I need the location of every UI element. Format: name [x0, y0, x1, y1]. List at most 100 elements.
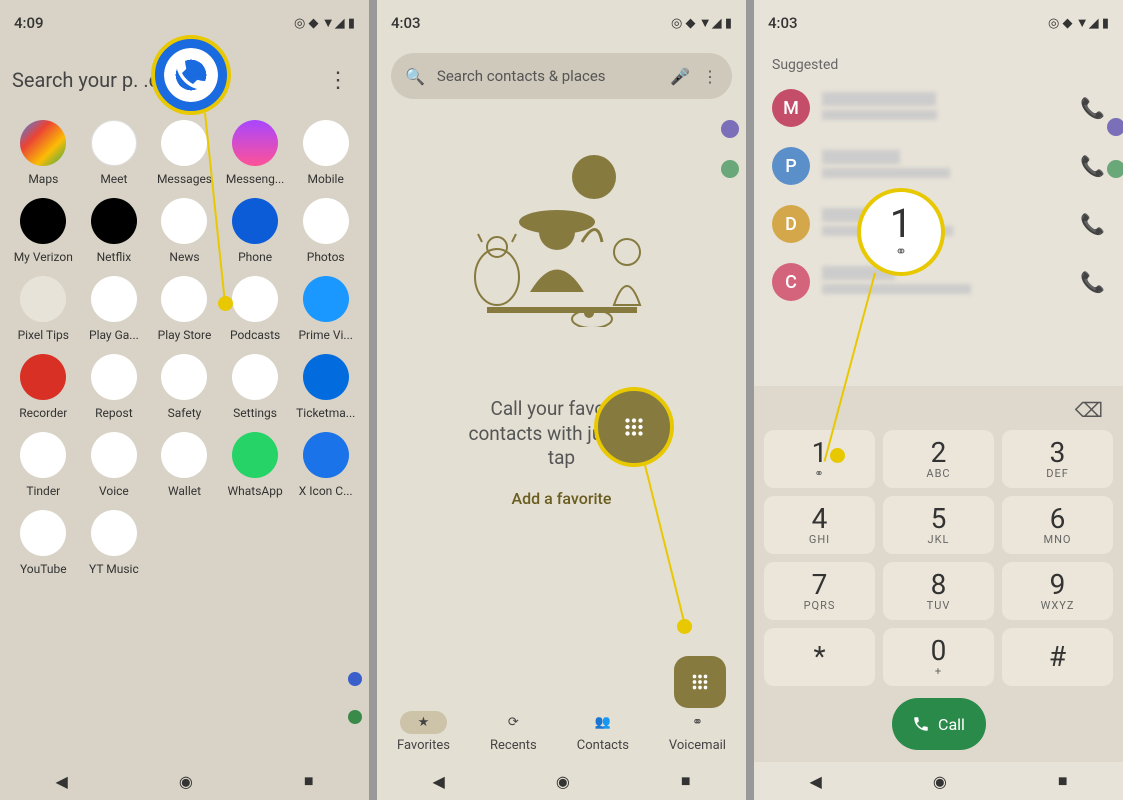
back-icon[interactable]: ◀ [56, 772, 68, 791]
app-playstore[interactable]: Play Store [151, 276, 218, 342]
clock: 4:09 [14, 14, 44, 32]
app-safety[interactable]: Safety [151, 354, 218, 420]
nav-label: Recents [490, 738, 537, 753]
home-icon[interactable]: ◉ [933, 772, 947, 791]
app-ytmusic[interactable]: YT Music [81, 510, 148, 576]
app-label: Voice [99, 484, 129, 498]
app-mobile[interactable]: Mobile [292, 120, 359, 186]
key-4[interactable]: 4GHI [764, 496, 875, 554]
key-number: 5 [931, 505, 947, 533]
app-label: Maps [28, 172, 58, 186]
app-icon [232, 354, 278, 400]
app-netflix[interactable]: Netflix [81, 198, 148, 264]
key-letters: PQRS [804, 599, 836, 612]
app-whatsapp[interactable]: WhatsApp [222, 432, 289, 498]
app-primevi[interactable]: Prime Vi... [292, 276, 359, 342]
app-label: Tinder [26, 484, 60, 498]
key-9[interactable]: 9WXYZ [1002, 562, 1113, 620]
app-myverizon[interactable]: My Verizon [10, 198, 77, 264]
key-0[interactable]: 0+ [883, 628, 994, 686]
call-button[interactable]: Call [892, 698, 986, 750]
recents-icon[interactable]: ■ [1058, 771, 1068, 791]
contact-row[interactable]: M📞 [754, 79, 1123, 137]
contact-info [822, 266, 1068, 298]
key-2[interactable]: 2ABC [883, 430, 994, 488]
tab-contacts[interactable]: 👥Contacts [577, 711, 629, 753]
more-icon[interactable]: ⋮ [702, 67, 718, 86]
mic-icon[interactable]: 🎤 [670, 67, 690, 86]
more-icon[interactable]: ⋮ [319, 68, 357, 93]
app-icon [232, 432, 278, 478]
key-number: 4 [812, 505, 828, 533]
app-icon [232, 198, 278, 244]
backspace-icon[interactable]: ⌫ [1075, 398, 1103, 422]
key-8[interactable]: 8TUV [883, 562, 994, 620]
app-phone[interactable]: Phone [222, 198, 289, 264]
search-bar[interactable]: Search your p. .d mo... ⋮ [12, 50, 357, 110]
app-playga[interactable]: Play Ga... [81, 276, 148, 342]
app-icon [20, 510, 66, 556]
app-photos[interactable]: Photos [292, 198, 359, 264]
key-#[interactable]: # [1002, 628, 1113, 686]
app-icon [303, 120, 349, 166]
app-meet[interactable]: Meet [81, 120, 148, 186]
call-icon[interactable]: 📞 [1080, 96, 1105, 120]
search-bar[interactable]: 🔍 Search contacts & places 🎤 ⋮ [391, 53, 732, 99]
home-icon[interactable]: ◉ [179, 772, 193, 791]
add-favorite-button[interactable]: Add a favorite [377, 489, 746, 508]
tab-voicemail[interactable]: ⚭Voicemail [669, 711, 726, 753]
app-news[interactable]: News [151, 198, 218, 264]
nav-icon: ⚭ [692, 715, 703, 730]
tab-favorites[interactable]: ★Favorites [397, 711, 450, 753]
nav-icon: ★ [418, 715, 430, 730]
app-icon [303, 198, 349, 244]
home-icon[interactable]: ◉ [556, 772, 570, 791]
contact-row[interactable]: D📞 [754, 195, 1123, 253]
recents-icon[interactable]: ■ [304, 771, 314, 791]
key-1[interactable]: 1⚭ [764, 430, 875, 488]
app-label: Meet [100, 172, 127, 186]
app-youtube[interactable]: YouTube [10, 510, 77, 576]
app-ticketma[interactable]: Ticketma... [292, 354, 359, 420]
suggested-label: Suggested [754, 45, 1123, 79]
call-icon[interactable]: 📞 [1080, 270, 1105, 294]
app-podcasts[interactable]: Podcasts [222, 276, 289, 342]
app-icon [91, 198, 137, 244]
app-voice[interactable]: Voice [81, 432, 148, 498]
key-3[interactable]: 3DEF [1002, 430, 1113, 488]
key-6[interactable]: 6MNO [1002, 496, 1113, 554]
key-7[interactable]: 7PQRS [764, 562, 875, 620]
dialpad-fab[interactable] [674, 656, 726, 708]
app-maps[interactable]: Maps [10, 120, 77, 186]
app-label: Messages [157, 172, 212, 186]
back-icon[interactable]: ◀ [433, 772, 445, 791]
search-icon: 🔍 [405, 67, 425, 86]
key-*[interactable]: * [764, 628, 875, 686]
app-label: Photos [307, 250, 345, 264]
recents-icon[interactable]: ■ [681, 771, 691, 791]
bottom-nav: ★Favorites ⟳Recents 👥Contacts ⚭Voicemail [377, 702, 746, 762]
app-repost[interactable]: Repost [81, 354, 148, 420]
app-icon [91, 276, 137, 322]
app-label: Messeng... [226, 172, 284, 186]
call-icon[interactable]: 📞 [1080, 154, 1105, 178]
app-settings[interactable]: Settings [222, 354, 289, 420]
clock: 4:03 [391, 14, 421, 32]
app-wallet[interactable]: Wallet [151, 432, 218, 498]
key-5[interactable]: 5JKL [883, 496, 994, 554]
tab-recents[interactable]: ⟳Recents [490, 711, 537, 753]
search-placeholder: Search your p. .d mo... [12, 68, 319, 92]
call-icon[interactable]: 📞 [1080, 212, 1105, 236]
contact-row[interactable]: C📞 [754, 253, 1123, 311]
app-recorder[interactable]: Recorder [10, 354, 77, 420]
app-icon [161, 198, 207, 244]
app-tinder[interactable]: Tinder [10, 432, 77, 498]
key-number: 3 [1050, 439, 1066, 467]
back-icon[interactable]: ◀ [810, 772, 822, 791]
app-pixeltips[interactable]: Pixel Tips [10, 276, 77, 342]
key-number: * [813, 643, 825, 671]
app-messeng[interactable]: Messeng... [222, 120, 289, 186]
contact-row[interactable]: P📞 [754, 137, 1123, 195]
app-xiconc[interactable]: X Icon C... [292, 432, 359, 498]
app-label: Wallet [168, 484, 201, 498]
